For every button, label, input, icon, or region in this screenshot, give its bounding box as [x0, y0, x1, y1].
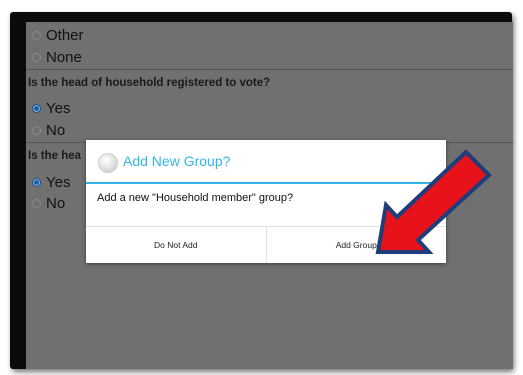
- radio-checked-icon[interactable]: [32, 103, 41, 113]
- do-not-add-button[interactable]: Do Not Add: [86, 227, 266, 263]
- option-label: Yes: [46, 173, 71, 191]
- radio-icon[interactable]: [32, 30, 41, 40]
- dialog-message: Add a new "Household member" group?: [97, 192, 294, 204]
- radio-icon[interactable]: [32, 125, 41, 135]
- add-group-dialog: Add New Group? Add a new "Household memb…: [86, 140, 446, 263]
- option-label: Yes: [46, 99, 71, 117]
- question-partial: Is the hea: [28, 150, 82, 162]
- radio-icon[interactable]: [32, 198, 41, 208]
- option-other[interactable]: Other: [26, 24, 513, 46]
- dialog-title-divider: [86, 182, 446, 184]
- add-group-button[interactable]: Add Group: [265, 227, 447, 263]
- option-no[interactable]: No: [26, 119, 513, 141]
- radio-icon[interactable]: [32, 52, 41, 62]
- option-label: Other: [46, 26, 84, 44]
- dialog-button-bar: Do Not Add Add Group: [86, 226, 446, 263]
- dialog-title: Add New Group?: [123, 153, 231, 169]
- option-yes[interactable]: Yes: [26, 97, 513, 119]
- app-icon: [98, 153, 118, 173]
- dialog-header: Add New Group?: [86, 140, 446, 183]
- question-registered-to-vote: Is the head of household registered to v…: [28, 77, 271, 89]
- option-none[interactable]: None: [26, 46, 513, 68]
- option-label: No: [46, 121, 66, 139]
- option-label: None: [46, 48, 82, 66]
- option-label: No: [46, 194, 66, 212]
- radio-checked-icon[interactable]: [32, 177, 41, 187]
- divider: [26, 69, 513, 70]
